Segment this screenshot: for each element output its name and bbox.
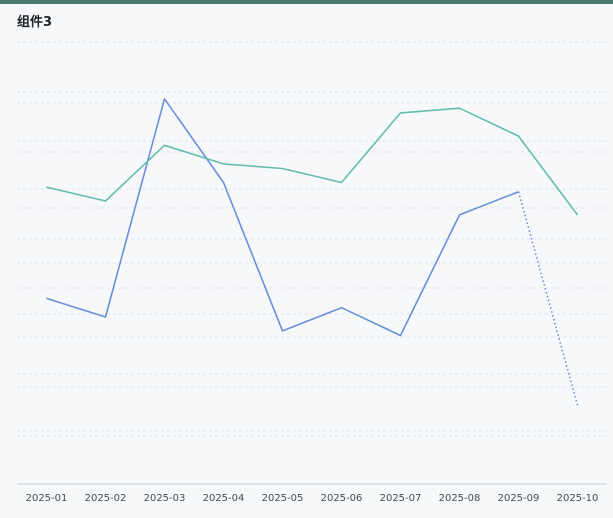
series-line-1-projected-segment — [519, 192, 578, 405]
x-tick-label: 2025-02 — [85, 493, 127, 504]
x-tick-label: 2025-10 — [557, 493, 599, 504]
x-tick-label: 2025-03 — [144, 493, 186, 504]
x-tick-label: 2025-08 — [439, 493, 481, 504]
series-line-1 — [47, 99, 519, 336]
x-tick-label: 2025-04 — [203, 493, 245, 504]
x-tick-label: 2025-01 — [26, 493, 68, 504]
chart-widget: 组件3 2025-012025-022025-032025-042025-052… — [0, 0, 613, 514]
x-tick-label: 2025-07 — [380, 493, 422, 504]
x-tick-label: 2025-06 — [321, 493, 363, 504]
series-line-2 — [47, 108, 578, 215]
x-tick-label: 2025-09 — [498, 493, 540, 504]
x-tick-label: 2025-05 — [262, 493, 304, 504]
line-chart: 2025-01 2025-02 2025-03 2025-04 2025-05 2025-… — [0, 4, 613, 518]
